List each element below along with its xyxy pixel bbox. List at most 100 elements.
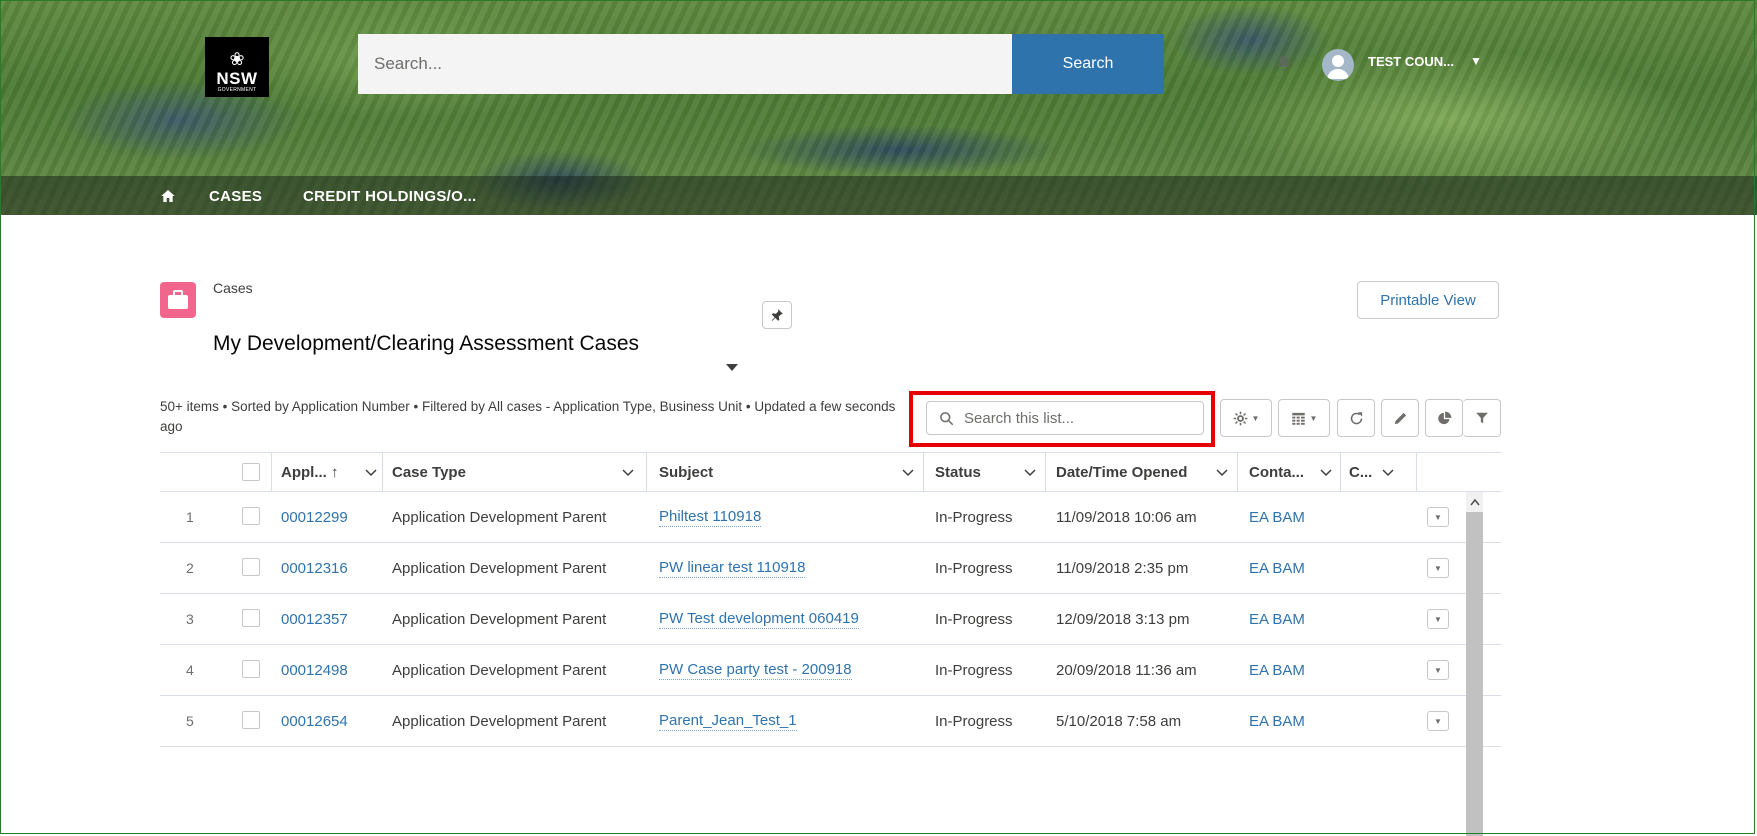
column-separator: [1340, 453, 1341, 491]
column-header-label: Status: [935, 463, 981, 481]
contact-link[interactable]: EA BAM: [1249, 543, 1305, 593]
subject-link[interactable]: PW Case party test - 200918: [659, 661, 852, 680]
list-view-title[interactable]: My Development/Clearing Assessment Cases: [213, 332, 639, 356]
row-actions-button[interactable]: ▼: [1427, 558, 1449, 578]
list-settings-button[interactable]: ▼: [1220, 399, 1272, 437]
column-separator: [1045, 453, 1046, 491]
row-actions-button[interactable]: ▼: [1427, 711, 1449, 731]
printable-view-button[interactable]: Printable View: [1357, 281, 1499, 319]
subject-link[interactable]: PW Test development 060419: [659, 610, 859, 629]
select-all-checkbox[interactable]: [242, 463, 260, 481]
column-separator: [271, 453, 272, 491]
chevron-down-icon[interactable]: [622, 466, 634, 478]
nav-item-credit-holdings[interactable]: CREDIT HOLDINGS/O...: [303, 188, 477, 205]
table-scrollbar[interactable]: [1466, 492, 1483, 836]
filter-icon: [1475, 412, 1488, 424]
display-as-button[interactable]: ▼: [1278, 399, 1330, 437]
contact-link[interactable]: EA BAM: [1249, 594, 1305, 644]
column-header-date-time-opened[interactable]: Date/Time Opened: [1056, 453, 1216, 491]
scroll-up-button[interactable]: [1466, 492, 1483, 512]
row-checkbox[interactable]: [242, 711, 260, 729]
column-separator: [923, 453, 924, 491]
chevron-down-icon[interactable]: [365, 466, 377, 478]
chevron-down-icon: ▼: [1251, 413, 1260, 423]
user-menu-chevron-down-icon[interactable]: ▼: [1470, 54, 1482, 68]
chevron-down-icon[interactable]: [1216, 466, 1228, 478]
row-number: 1: [186, 509, 194, 525]
row-checkbox[interactable]: [242, 609, 260, 627]
nsw-logo[interactable]: ❀ NSW GOVERNMENT: [205, 37, 269, 97]
edit-list-button[interactable]: [1381, 399, 1419, 437]
gear-icon: [1233, 411, 1247, 425]
table-row[interactable]: 3 00012357 Application Development Paren…: [160, 594, 1501, 645]
subject-link[interactable]: Parent_Jean_Test_1: [659, 712, 797, 731]
filter-button[interactable]: [1463, 399, 1501, 437]
row-checkbox[interactable]: [242, 660, 260, 678]
column-separator: [382, 453, 383, 491]
pin-list-button[interactable]: [762, 301, 792, 329]
nav-item-cases[interactable]: CASES: [209, 188, 262, 205]
status: In-Progress: [935, 712, 1013, 730]
row-actions-button[interactable]: ▼: [1427, 609, 1449, 629]
status: In-Progress: [935, 661, 1013, 679]
row-number: 5: [186, 713, 194, 729]
waratah-icon: ❀: [229, 49, 245, 69]
table-row[interactable]: 4 00012498 Application Development Paren…: [160, 645, 1501, 696]
column-header-label: Appl... ↑: [281, 463, 339, 481]
column-separator: [1416, 453, 1417, 491]
refresh-button[interactable]: [1337, 399, 1375, 437]
user-avatar-icon[interactable]: [1322, 49, 1354, 81]
chevron-down-icon: ▼: [1434, 665, 1442, 675]
subject-link[interactable]: Philtest 110918: [659, 508, 762, 527]
application-number-link[interactable]: 00012498: [281, 645, 348, 695]
application-number-link[interactable]: 00012299: [281, 492, 348, 542]
list-search-input[interactable]: [962, 408, 1196, 428]
notifications-bell-icon[interactable]: [1275, 54, 1293, 72]
table-icon: [1291, 412, 1305, 425]
application-number-link[interactable]: 00012654: [281, 696, 348, 746]
application-number-link[interactable]: 00012316: [281, 543, 348, 593]
column-header-subject[interactable]: Subject: [659, 453, 899, 491]
case-type: Application Development Parent: [392, 661, 607, 679]
chevron-down-icon[interactable]: [1320, 466, 1332, 478]
table-header-row: Appl... ↑ Case Type Subject Status Date/…: [160, 452, 1501, 492]
table-row[interactable]: 1 00012299 Application Development Paren…: [160, 492, 1501, 543]
column-header-case-type[interactable]: Case Type: [392, 453, 632, 491]
date-time-opened: 11/09/2018 2:35 pm: [1056, 559, 1189, 577]
column-header-status[interactable]: Status: [935, 453, 1025, 491]
pencil-icon: [1394, 412, 1406, 424]
contact-link[interactable]: EA BAM: [1249, 492, 1305, 542]
row-actions-button[interactable]: ▼: [1427, 660, 1449, 680]
column-header-contact[interactable]: Conta...: [1249, 453, 1329, 491]
list-view-chevron-down-icon[interactable]: [726, 364, 738, 371]
table-row[interactable]: 5 00012654 Application Development Paren…: [160, 696, 1501, 747]
column-header-label: Conta...: [1249, 463, 1304, 481]
chevron-down-icon: ▼: [1434, 614, 1442, 624]
chevron-down-icon[interactable]: [902, 466, 914, 478]
case-type: Application Development Parent: [392, 559, 607, 577]
column-header-label: Subject: [659, 463, 714, 481]
global-search-button[interactable]: Search: [1012, 34, 1164, 94]
date-time-opened: 11/09/2018 10:06 am: [1056, 508, 1197, 526]
table-row[interactable]: 2 00012316 Application Development Paren…: [160, 543, 1501, 594]
chevron-down-icon[interactable]: [1382, 466, 1394, 478]
row-checkbox[interactable]: [242, 558, 260, 576]
status: In-Progress: [935, 610, 1013, 628]
row-number: 2: [186, 560, 194, 576]
list-search-box[interactable]: [926, 401, 1204, 435]
chevron-up-icon: [1469, 498, 1480, 506]
global-search-input[interactable]: [358, 34, 1012, 94]
column-separator: [1237, 453, 1238, 491]
row-actions-button[interactable]: ▼: [1427, 507, 1449, 527]
contact-link[interactable]: EA BAM: [1249, 696, 1305, 746]
contact-link[interactable]: EA BAM: [1249, 645, 1305, 695]
subject-link[interactable]: PW linear test 110918: [659, 559, 806, 578]
nav-bar: CASES CREDIT HOLDINGS/O...: [0, 176, 1757, 215]
application-number-link[interactable]: 00012357: [281, 594, 348, 644]
user-name[interactable]: TEST COUN...: [1368, 54, 1454, 69]
row-number: 4: [186, 662, 194, 678]
charts-button[interactable]: [1425, 399, 1463, 437]
row-checkbox[interactable]: [242, 507, 260, 525]
chevron-down-icon[interactable]: [1024, 466, 1036, 478]
home-icon[interactable]: [160, 188, 176, 204]
